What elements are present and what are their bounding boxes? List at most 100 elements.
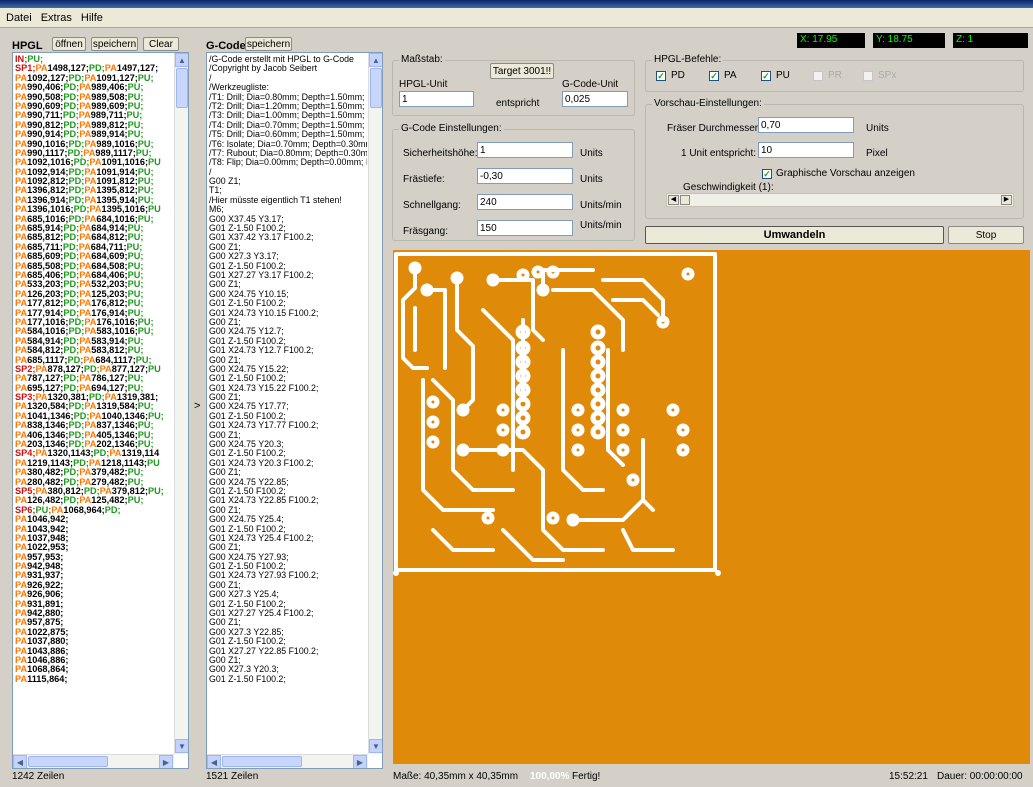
stop-button[interactable]: Stop (948, 226, 1024, 244)
hpgl-befehle-title: HPGL-Befehle: (652, 54, 724, 65)
hpgl-token: PU (148, 363, 161, 374)
gcode-line: G01 Z-1.50 F100.2; (209, 673, 286, 684)
gcode-line: /T8: Flip; Dia=0.00mm; Depth=0.00mm; D (209, 157, 367, 168)
hpgl-save-button[interactable]: speichern (91, 37, 138, 51)
pixel-unit: Pixel (866, 148, 888, 159)
status-percent: 100,00% (530, 771, 570, 782)
hpgl-title: HPGL (12, 40, 43, 52)
status-bar: Maße: 40,35mm x 40,35mm 100,00% Fertig! … (0, 767, 1033, 787)
slider-left-icon[interactable]: ◀ (668, 195, 679, 205)
hpgl-vertical-scrollbar[interactable]: ▲ ▼ (174, 53, 188, 754)
status-masse: Maße: 40,35mm x 40,35mm (393, 771, 519, 782)
hpgl-token: 1115,864; (27, 673, 68, 684)
schnellgang-input[interactable] (477, 194, 573, 210)
gcode-vertical-scrollbar[interactable]: ▲ ▼ (368, 53, 382, 754)
coord-x: X: 17.95 (797, 33, 865, 48)
hpgl-token: PU; (127, 495, 144, 506)
fraesgang-label: Fräsgang: (403, 226, 449, 237)
checkbox-pr (813, 71, 823, 81)
massstab-title: Maßstab: (399, 54, 445, 65)
checkbox-pa[interactable]: ✓ (709, 71, 719, 81)
gcode-title: G-Code (206, 40, 246, 52)
gcode-settings-title: G-Code Einstellungen: (399, 123, 504, 134)
menu-extras[interactable]: Extras (41, 12, 72, 24)
hpgl-unit-label: HPGL-Unit (399, 79, 448, 90)
checkbox-pu[interactable]: ✓ (761, 71, 771, 81)
sicherheitshoehe-unit: Units (580, 148, 603, 159)
coord-y: Y: 18.75 (873, 33, 945, 48)
scroll-thumb[interactable] (370, 68, 382, 108)
hpgl-token: PD; (104, 504, 121, 515)
slider-right-icon[interactable]: ▶ (1001, 195, 1012, 205)
hpgl-token: PU; (148, 485, 164, 496)
schnellgang-unit: Units/min (580, 200, 622, 211)
vorschau-title: Vorschau-Einstellungen: (652, 98, 764, 109)
gcode-unit-input[interactable] (562, 91, 628, 107)
hpgl-horizontal-scrollbar[interactable]: ◀ ▶ (13, 754, 174, 768)
checkbox-spx (863, 71, 873, 81)
hpgl-line: PA1115,864; (15, 673, 173, 684)
pcb-preview (393, 252, 721, 576)
convert-arrow-icon: > (194, 400, 201, 412)
target3001-button[interactable]: Target 3001!! (490, 63, 554, 79)
hpgl-open-button[interactable]: öffnen (52, 37, 86, 51)
checkbox-label-pd: PD (671, 70, 685, 81)
fraestiefe-input[interactable] (477, 168, 573, 184)
entspricht-label: entspricht (496, 98, 540, 109)
hpgl-text-area[interactable]: IN;PU; SP1;PA1498,127;PD;PA1497,127; PA109… (12, 52, 189, 769)
coord-z: Z: 1 (953, 33, 1028, 48)
pixel-input[interactable] (758, 142, 854, 158)
schnellgang-label: Schnellgang: (403, 200, 461, 211)
fraestiefe-label: Frästiefe: (403, 174, 445, 185)
hpgl-clear-button[interactable]: Clear (143, 37, 179, 51)
pcb-pads (408, 261, 695, 527)
unit-entspricht-label: 1 Unit entspricht: (681, 148, 757, 159)
corner-marker (715, 570, 721, 576)
hpgl-token: PU (146, 457, 160, 468)
status-time: 15:52:21 (889, 771, 928, 782)
hpgl-unit-input[interactable] (399, 91, 474, 107)
checkbox-label-pr: PR (828, 70, 842, 81)
hpgl-token: 1068,964; (63, 504, 105, 515)
hpgl-lines: IN;PU; SP1;PA1498,127;PD;PA1497,127; PA109… (15, 55, 173, 748)
scroll-up-icon[interactable]: ▲ (175, 53, 188, 67)
slider-thumb[interactable] (680, 195, 690, 205)
status-state: Fertig! (572, 771, 601, 782)
speed-label: Geschwindigkeit (1): (683, 182, 774, 193)
gcode-text-area[interactable]: /G-Code erstellt mit HPGL to G-Code/Copy… (206, 52, 383, 769)
gcode-save-button[interactable]: speichern (245, 37, 292, 51)
preview-label: Graphische Vorschau anzeigen (776, 168, 915, 179)
scroll-down-icon[interactable]: ▼ (175, 739, 188, 753)
fraeser-input[interactable] (758, 117, 854, 133)
sicherheitshoehe-label: Sicherheitshöhe: (403, 148, 478, 159)
preview-canvas[interactable] (393, 250, 1030, 764)
fraeser-unit: Units (866, 123, 889, 134)
scroll-thumb[interactable] (176, 68, 188, 108)
gcode-line: /Hier müsste eigentlich T1 stehen! (209, 194, 342, 205)
checkbox-pd[interactable]: ✓ (656, 71, 666, 81)
gcode-lines: /G-Code erstellt mit HPGL to G-Code/Copy… (209, 55, 367, 748)
title-strip (0, 0, 1033, 8)
gcode-line: G00 Z1; (209, 176, 241, 187)
umwandeln-button[interactable]: Umwandeln (645, 226, 944, 244)
menu-bar: Datei Extras Hilfe (0, 8, 1033, 28)
scroll-thumb[interactable] (222, 756, 302, 767)
sicherheitshoehe-input[interactable] (477, 142, 573, 158)
preview-checkbox[interactable]: ✓ (762, 169, 772, 179)
fraesgang-input[interactable] (477, 220, 573, 236)
checkbox-label-pu: PU (776, 70, 790, 81)
scroll-up-icon[interactable]: ▲ (369, 53, 382, 67)
speed-slider[interactable]: ◀ ▶ (666, 193, 1014, 207)
corner-marker (393, 570, 399, 576)
menu-hilfe[interactable]: Hilfe (81, 12, 103, 24)
status-dauer: Dauer: 00:00:00:00 (937, 771, 1023, 782)
fraestiefe-unit: Units (580, 174, 603, 185)
gcode-horizontal-scrollbar[interactable]: ◀ ▶ (207, 754, 368, 768)
scroll-down-icon[interactable]: ▼ (369, 739, 382, 753)
gcode-line: /Copyright by Jacob Seibert (209, 63, 318, 74)
scroll-thumb[interactable] (28, 756, 108, 767)
gcode-unit-label: G-Code-Unit (562, 79, 619, 90)
fraesgang-unit: Units/min (580, 220, 622, 231)
hpgl-token: PA (15, 673, 28, 684)
menu-datei[interactable]: Datei (6, 12, 32, 24)
